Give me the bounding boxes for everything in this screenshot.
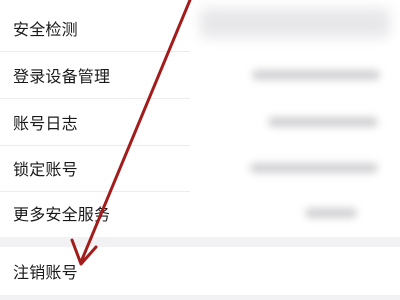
blurred-value <box>268 117 378 127</box>
delete-account-label: 注销账号 <box>13 263 78 282</box>
blurred-value <box>305 208 357 218</box>
blurred-value <box>250 163 378 173</box>
blurred-region <box>200 8 390 38</box>
menu-item-more-security-services[interactable]: 更多安全服务 <box>0 190 400 236</box>
security-settings-screen: 安全检测 登录设备管理 账号日志 锁定账号 更多安全服务 注销账号 <box>0 0 400 300</box>
menu-item-label: 安全检测 <box>13 20 78 39</box>
menu-item-label: 账号日志 <box>13 114 78 133</box>
blurred-value <box>252 70 380 80</box>
delete-account-group: 注销账号 <box>0 247 400 295</box>
menu-item-label: 锁定账号 <box>13 160 78 179</box>
menu-item-account-log[interactable]: 账号日志 <box>0 99 400 145</box>
menu-item-label: 更多安全服务 <box>13 205 111 224</box>
delete-account-button[interactable]: 注销账号 <box>0 247 400 295</box>
menu-item-device-management[interactable]: 登录设备管理 <box>0 52 400 98</box>
security-menu-group: 安全检测 登录设备管理 账号日志 锁定账号 更多安全服务 <box>0 0 400 237</box>
menu-item-lock-account[interactable]: 锁定账号 <box>0 145 400 191</box>
menu-item-label: 登录设备管理 <box>13 67 111 86</box>
